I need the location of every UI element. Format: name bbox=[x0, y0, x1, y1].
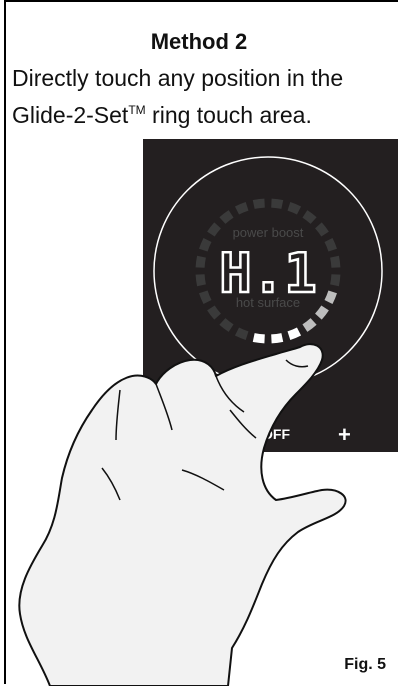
ring-segment bbox=[234, 202, 249, 215]
ring-segment bbox=[219, 318, 234, 332]
ring-segment bbox=[287, 202, 302, 215]
ring-segment bbox=[330, 274, 341, 287]
cooktop-illustration: power boost hot surface H.1 warm OFF + bbox=[18, 139, 398, 686]
ring-segment bbox=[324, 290, 337, 305]
ring-segment bbox=[195, 274, 206, 287]
ring-segment bbox=[287, 327, 302, 340]
plus-button[interactable]: + bbox=[338, 422, 351, 447]
ring-segment bbox=[252, 333, 265, 344]
ring-segment bbox=[315, 305, 329, 320]
ring-segment bbox=[330, 255, 341, 268]
figure-label: Fig. 5 bbox=[344, 656, 386, 673]
ring-segment bbox=[207, 222, 221, 237]
ring-segment bbox=[315, 222, 329, 237]
ring-segment bbox=[271, 333, 284, 344]
ring-segment bbox=[199, 290, 212, 305]
level-display: H.1 bbox=[219, 242, 317, 305]
ring-segment bbox=[271, 198, 284, 209]
ring-segment bbox=[252, 198, 265, 209]
ring-segment bbox=[195, 255, 206, 268]
ring-segment bbox=[219, 210, 234, 224]
ring-segment bbox=[199, 237, 212, 252]
ring-segment bbox=[207, 305, 221, 320]
power-boost-label: power boost bbox=[233, 225, 304, 240]
ring-segment bbox=[324, 237, 337, 252]
ring-segment bbox=[302, 318, 317, 332]
ring-segment bbox=[234, 327, 249, 340]
ring-segment bbox=[302, 210, 317, 224]
